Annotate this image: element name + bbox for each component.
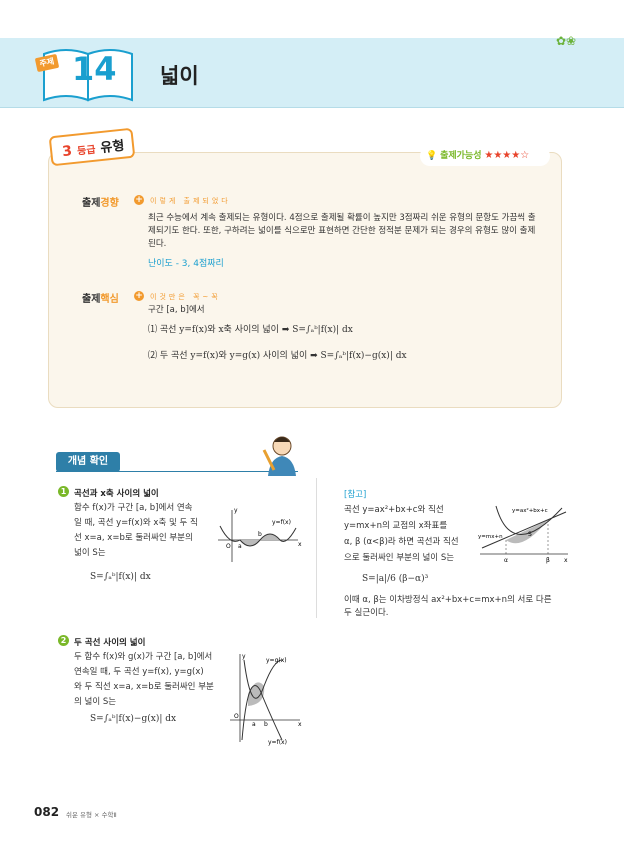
section-2-line-2: 연속일 때, 두 곡선 y=f(x), y=g(x) bbox=[74, 667, 204, 677]
note-x: x bbox=[564, 557, 568, 564]
page-number: 082 bbox=[34, 805, 60, 819]
s2-b: b bbox=[264, 721, 268, 728]
section-2-body: 두 함수 f(x)와 g(x)가 구간 [a, b]에서 연속일 때, 두 곡선… bbox=[74, 650, 244, 710]
trend-line-2: 제되기도 한다. 또한, 구하려는 넓이를 식으로만 표현하면 간단한 정적분 … bbox=[148, 226, 536, 236]
s2-f-label: y=f(x) bbox=[268, 739, 287, 746]
leaf-decoration-icon: ✿❀ bbox=[556, 34, 577, 48]
footer-book-title: 쉬운 유형 × 수학Ⅱ bbox=[66, 811, 117, 819]
note-curve-label: y=ax²+bx+c bbox=[512, 507, 548, 514]
note-line-4: 으로 둘러싸인 부분의 넓이 S는 bbox=[344, 553, 455, 563]
note-graph: y=ax²+bx+c y=mx+n S α β x bbox=[478, 505, 568, 564]
difficulty-text: 난이도 - 3, 4점짜리 bbox=[148, 259, 224, 269]
section-1-number: 1 bbox=[58, 486, 69, 497]
s2-a: a bbox=[252, 721, 256, 728]
s1-origin: O bbox=[226, 543, 231, 550]
core-sub: 이것만은 꼭~꼭 bbox=[150, 293, 221, 301]
s1-b: b bbox=[258, 531, 262, 538]
concept-check-label: 개념 확인 bbox=[56, 452, 120, 472]
core-intro: 구간 [a, b]에서 bbox=[148, 305, 205, 315]
frequency-stars: ★★★★☆ bbox=[484, 150, 530, 161]
s1-y-label: y bbox=[234, 507, 238, 514]
note-after-1: 이때 α, β는 이차방정식 ax²+bx+c=mx+n의 서로 다른 bbox=[344, 595, 552, 605]
trend-label: 출제경향 bbox=[82, 194, 119, 209]
bulb-icon: 💡 bbox=[426, 151, 438, 161]
trend-body: 최근 수능에서 계속 출제되는 유형이다. 4점으로 출제될 확률이 높지만 3… bbox=[148, 212, 558, 251]
section-2-formula: S=∫ₐᵇ|f(x)−g(x)| dx bbox=[90, 714, 177, 724]
section-1-graph: y x O a b y=f(x) bbox=[218, 507, 302, 562]
section-2-line-1: 두 함수 f(x)와 g(x)가 구간 [a, b]에서 bbox=[74, 652, 213, 662]
core-label-a: 출제 bbox=[82, 294, 101, 305]
note-body: 곡선 y=ax²+bx+c와 직선 y=mx+n의 교점의 x좌표를 α, β … bbox=[344, 502, 494, 566]
section-2-title: 두 곡선 사이의 넓이 bbox=[74, 638, 146, 648]
grade-num: 3 bbox=[61, 143, 73, 161]
note-line-3: α, β (α<β)라 하면 곡선과 직선 bbox=[344, 537, 459, 547]
note-formula: S=|a|/6 (β−α)³ bbox=[362, 574, 429, 584]
s2-origin: O bbox=[234, 713, 239, 720]
note-line-1: 곡선 y=ax²+bx+c와 직선 bbox=[344, 505, 444, 515]
student-illustration-icon bbox=[262, 436, 296, 476]
note-alpha: α bbox=[504, 557, 508, 564]
s2-y-label: y bbox=[242, 653, 246, 660]
section-2-graph: y x O a b y=g(x) y=f(x) bbox=[230, 653, 302, 746]
section-2-number: 2 bbox=[58, 635, 69, 646]
plus-icon: + bbox=[134, 195, 144, 205]
section-2-line-4: 의 넓이 S는 bbox=[74, 697, 117, 707]
note-s-label: S bbox=[528, 531, 532, 538]
trend-label-a: 출제 bbox=[82, 198, 101, 209]
core-item-2: ⑵ 두 곡선 y=f(x)와 y=g(x) 사이의 넓이 ➡ S=∫ₐᵇ|f(x… bbox=[148, 351, 407, 361]
unit-number: 14 bbox=[72, 50, 117, 88]
plus-icon: + bbox=[134, 291, 144, 301]
note-line-label: y=mx+n bbox=[478, 534, 503, 540]
section-1-formula: S=∫ₐᵇ|f(x)| dx bbox=[90, 572, 151, 582]
frequency-badge: 💡 출제가능성 ★★★★☆ bbox=[420, 146, 550, 166]
core-item-1: ⑴ 곡선 y=f(x)와 x축 사이의 넓이 ➡ S=∫ₐᵇ|f(x)| dx bbox=[148, 325, 353, 335]
frequency-label: 출제가능성 bbox=[440, 151, 482, 161]
column-divider bbox=[316, 478, 317, 618]
trend-line-3: 된다. bbox=[148, 239, 167, 249]
note-line-2: y=mx+n의 교점의 x좌표를 bbox=[344, 521, 448, 531]
trend-line-1: 최근 수능에서 계속 출제되는 유형이다. 4점으로 출제될 확률이 높지만 3… bbox=[148, 213, 536, 223]
trend-sub: 이렇게 출제되었다 bbox=[150, 197, 231, 205]
chapter-title: 넓이 bbox=[160, 64, 199, 88]
s1-curve-label: y=f(x) bbox=[272, 519, 291, 526]
s2-g-label: y=g(x) bbox=[266, 657, 287, 664]
s2-x-label: x bbox=[298, 721, 302, 728]
note-ref-label: [참고] bbox=[344, 490, 367, 500]
grade-label: 유형 bbox=[99, 138, 126, 157]
note-after-2: 두 실근이다. bbox=[344, 608, 389, 618]
grade-text: 등급 bbox=[76, 144, 97, 158]
core-label-b: 핵심 bbox=[100, 294, 119, 305]
core-label: 출제핵심 bbox=[82, 290, 119, 305]
trend-label-b: 경향 bbox=[100, 198, 119, 209]
section-1-title: 곡선과 x축 사이의 넓이 bbox=[74, 489, 159, 499]
info-panel bbox=[48, 152, 562, 408]
note-after: 이때 α, β는 이차방정식 ax²+bx+c=mx+n의 서로 다른 두 실근… bbox=[344, 594, 584, 620]
s1-x-label: x bbox=[298, 541, 302, 548]
note-beta: β bbox=[546, 557, 550, 564]
section-2-line-3: 와 두 직선 x=a, x=b로 둘러싸인 부분 bbox=[74, 682, 214, 692]
s1-a: a bbox=[238, 543, 242, 550]
